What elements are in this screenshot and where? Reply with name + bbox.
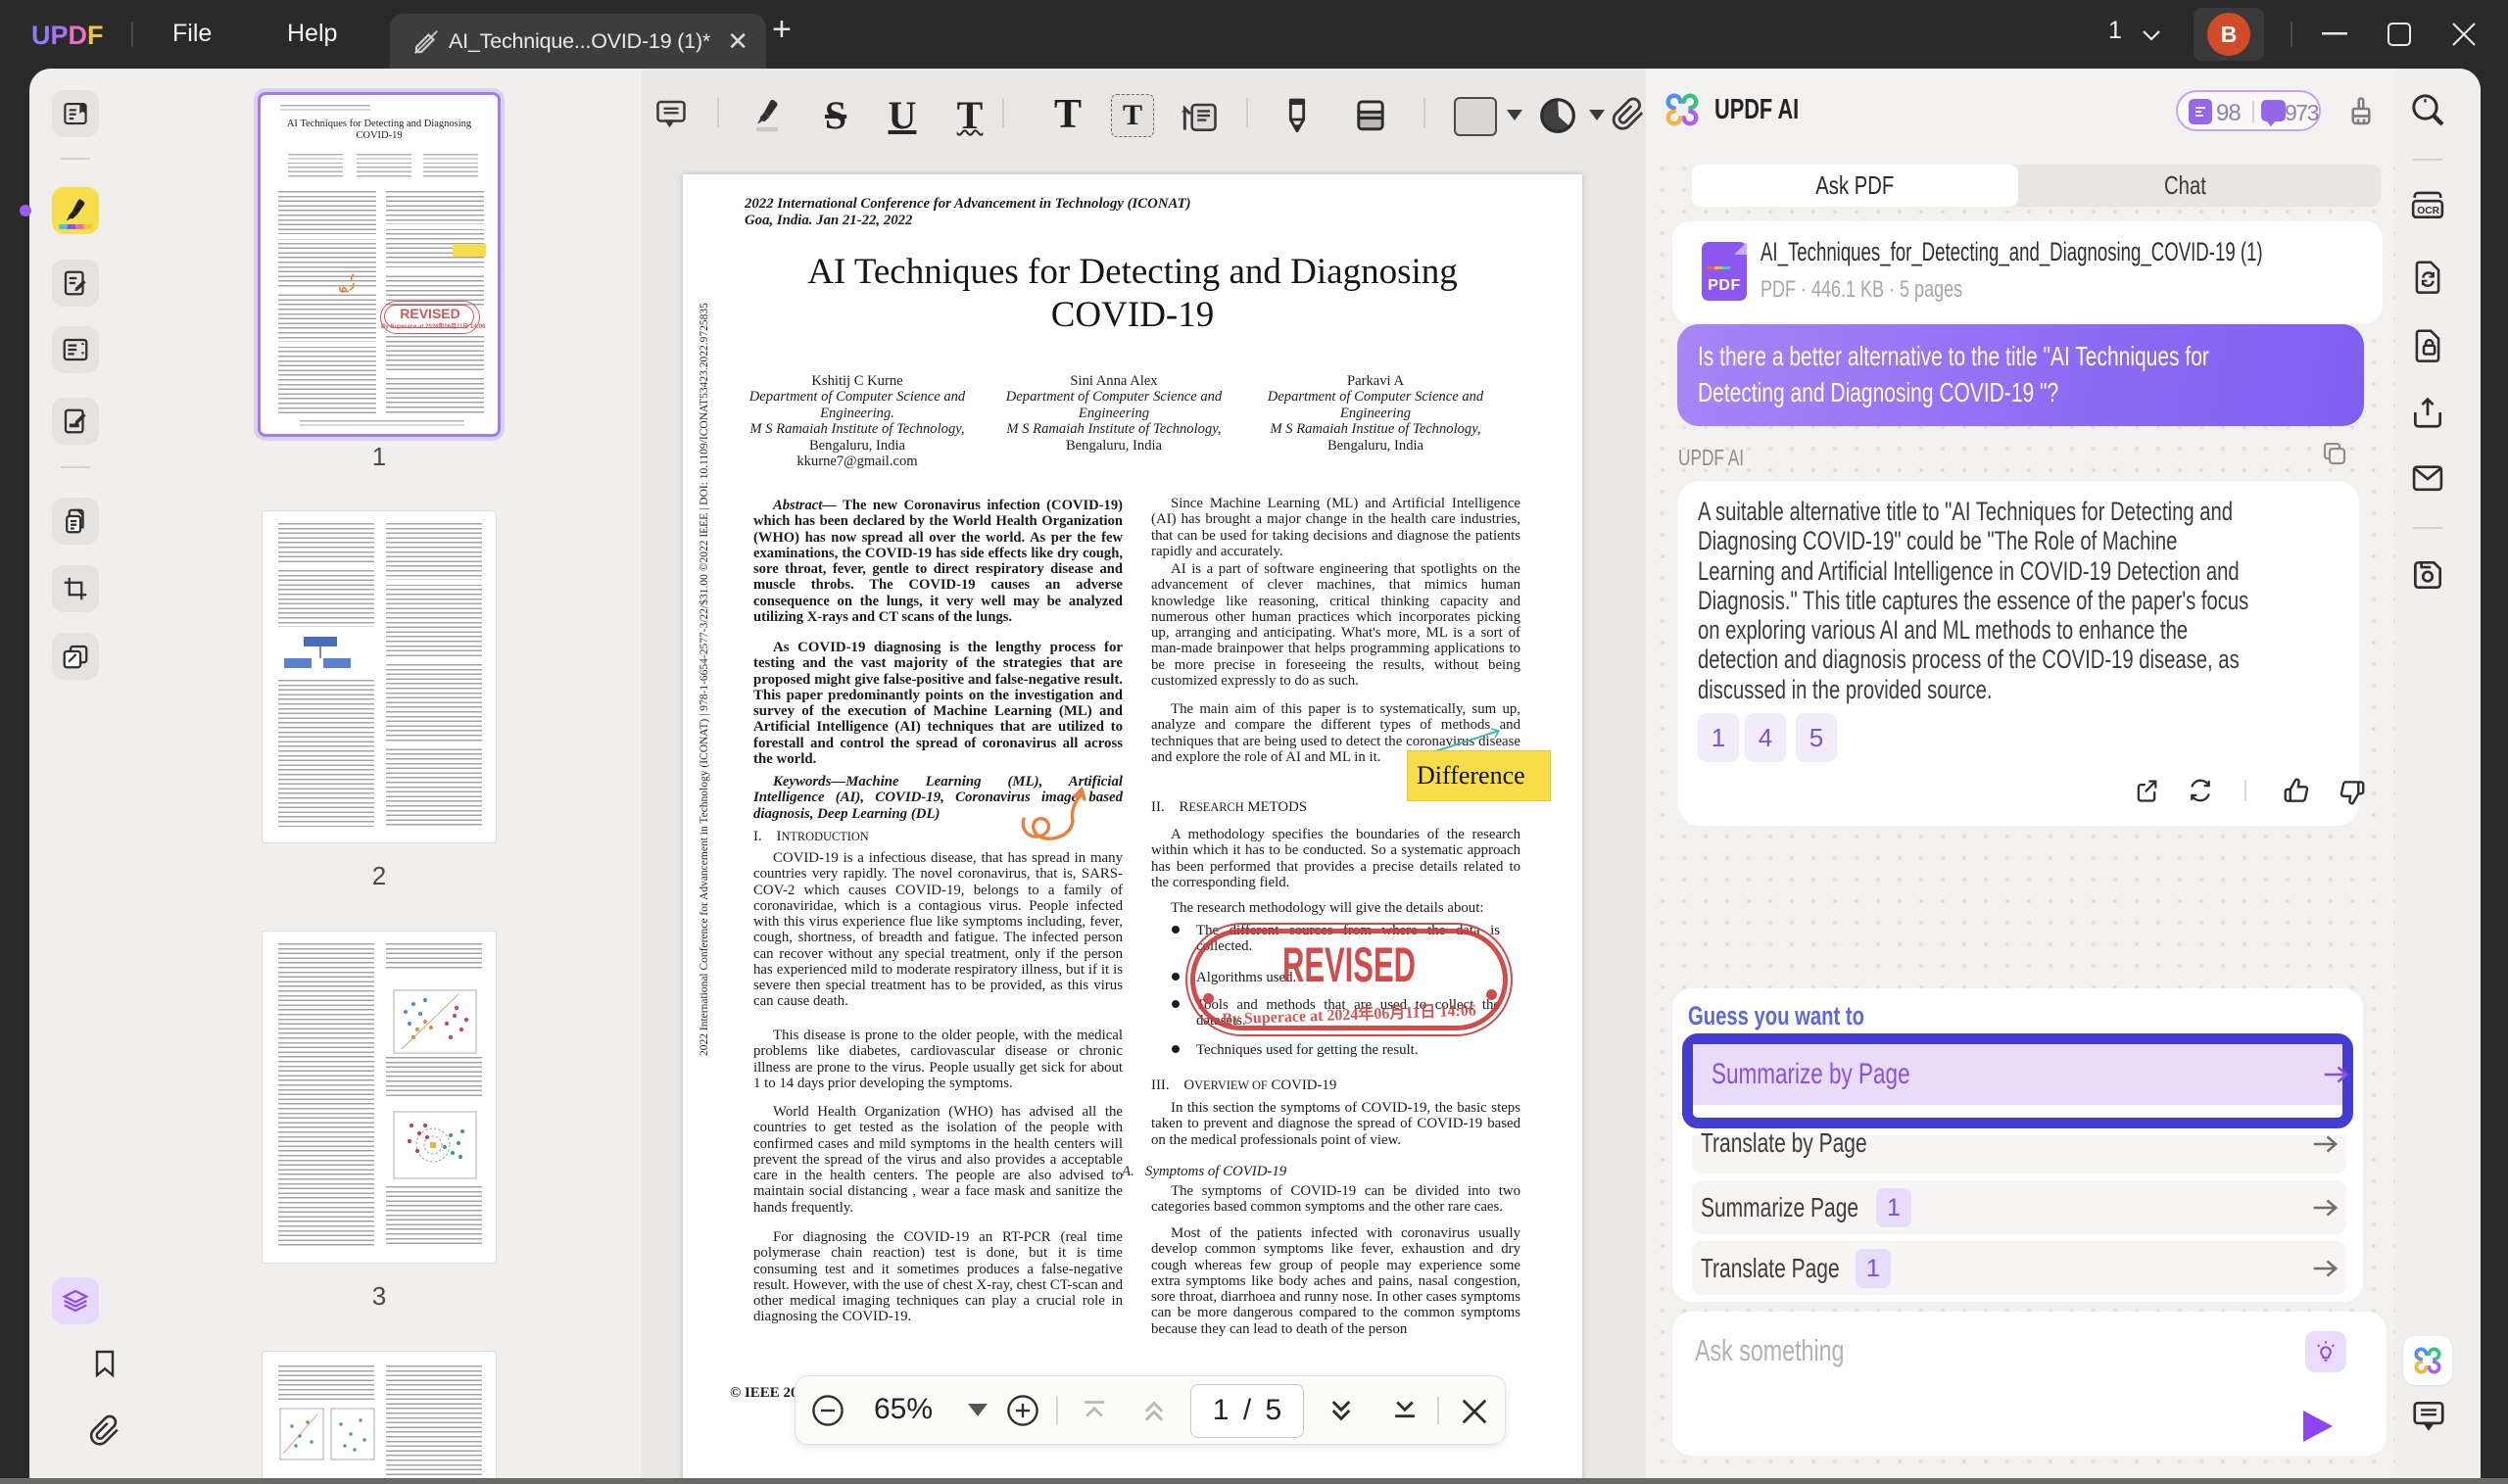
- svg-text:OCR: OCR: [2417, 206, 2439, 216]
